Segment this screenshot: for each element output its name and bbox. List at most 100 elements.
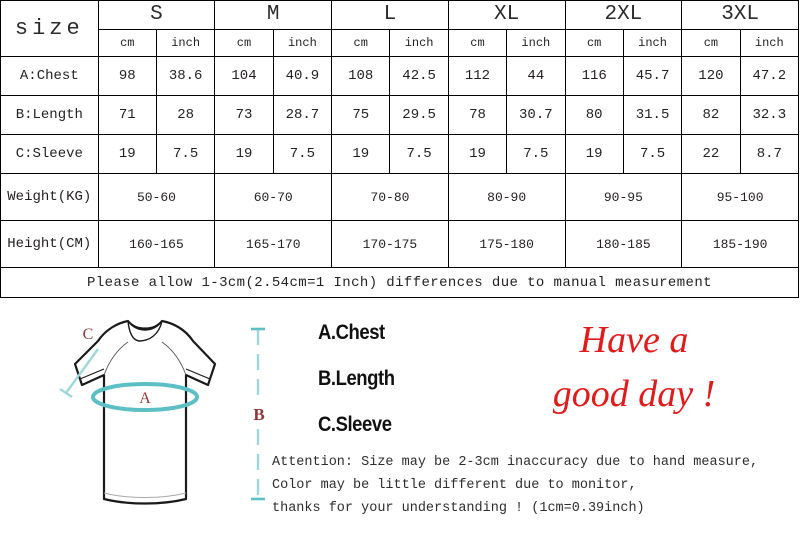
table-footer-note: Please allow 1-3cm(2.54cm=1 Inch) differ… <box>0 267 799 298</box>
legend-item-length: B.Length <box>318 367 395 390</box>
cell-chest-s-cm: 98 <box>97 56 157 97</box>
cell-sleeve-3xl-cm: 22 <box>681 134 741 175</box>
chest-marker-label: A <box>139 390 151 407</box>
cell-length-2xl-cm: 80 <box>564 95 624 136</box>
greeting-line-1: Have a <box>579 319 689 361</box>
cell-height-xl: 175-180 <box>447 220 566 269</box>
cell-chest-2xl-cm: 116 <box>564 56 624 97</box>
cell-height-s: 160-165 <box>97 220 216 269</box>
unit-header-cm-l: cm <box>331 28 391 58</box>
cell-length-3xl-cm: 82 <box>681 95 741 136</box>
size-header-s: S <box>97 0 216 30</box>
table-header-units: cm inch cm inch cm inch cm inch cm inch … <box>1 28 800 58</box>
size-header-m: M <box>214 0 333 30</box>
cell-sleeve-3xl-inch: 8.7 <box>739 134 800 175</box>
unit-header-inch-xl: inch <box>506 28 566 58</box>
cell-length-l-inch: 29.5 <box>389 95 449 136</box>
cell-weight-m: 60-70 <box>214 173 333 222</box>
row-label-length: B:Length <box>0 95 99 136</box>
cell-chest-xl-inch: 44 <box>506 56 566 97</box>
table-row: B:Length 71 28 73 28.7 75 29.5 78 30.7 8… <box>0 95 800 136</box>
size-corner-label: size <box>0 0 99 58</box>
tshirt-diagram: A C B <box>59 319 270 505</box>
greeting-line-2: good day ! <box>552 373 716 415</box>
row-label-chest: A:Chest <box>0 56 99 97</box>
cell-length-l-cm: 75 <box>331 95 391 136</box>
size-header-l: L <box>331 0 449 30</box>
table-header-sizes: size S M L XL 2XL 3XL <box>0 0 799 58</box>
table-row: C:Sleeve 19 7.5 19 7.5 19 7.5 19 7.5 19 … <box>0 134 800 175</box>
cell-length-2xl-inch: 31.5 <box>622 95 683 136</box>
row-label-sleeve: C:Sleeve <box>0 134 99 175</box>
unit-header-cm-s: cm <box>97 28 157 58</box>
cell-sleeve-xl-cm: 19 <box>447 134 508 175</box>
cell-chest-3xl-cm: 120 <box>681 56 741 97</box>
unit-header-inch-l: inch <box>389 28 449 58</box>
cell-chest-l-cm: 108 <box>331 56 391 97</box>
size-chart-table-container: size S M L XL 2XL 3XL cm inch cm inch cm… <box>0 0 800 299</box>
sleeve-measure-endcap <box>59 388 73 398</box>
cell-chest-m-inch: 40.9 <box>272 56 333 97</box>
cell-sleeve-l-cm: 19 <box>331 134 391 175</box>
size-chart-table: size S M L XL 2XL 3XL cm inch cm inch cm… <box>0 0 800 298</box>
cell-sleeve-s-inch: 7.5 <box>155 134 216 175</box>
table-row: Weight(KG) 50-60 60-70 70-80 80-90 90-95… <box>0 173 799 222</box>
cell-sleeve-2xl-cm: 19 <box>564 134 624 175</box>
row-label-weight: Weight(KG) <box>0 173 99 222</box>
unit-header-cm-3xl: cm <box>681 28 741 58</box>
tshirt-body-outline <box>73 319 217 505</box>
cell-length-m-cm: 73 <box>214 95 274 136</box>
table-row: A:Chest 98 38.6 104 40.9 108 42.5 112 44… <box>0 56 800 97</box>
cell-height-2xl: 180-185 <box>564 220 683 269</box>
unit-header-inch-3xl: inch <box>739 28 800 58</box>
cell-height-l: 170-175 <box>331 220 449 269</box>
legend-item-sleeve: C.Sleeve <box>318 413 392 436</box>
size-header-3xl: 3XL <box>681 0 799 30</box>
cell-sleeve-xl-inch: 7.5 <box>506 134 566 175</box>
attention-line-3: thanks for your understanding ! (1cm=0.3… <box>272 501 645 516</box>
cell-sleeve-s-cm: 19 <box>97 134 157 175</box>
cell-length-m-inch: 28.7 <box>272 95 333 136</box>
cell-chest-xl-cm: 112 <box>447 56 508 97</box>
length-marker-label: B <box>253 405 264 424</box>
cell-height-3xl: 185-190 <box>681 220 799 269</box>
greeting-message: Have a good day ! <box>484 313 784 421</box>
cell-chest-s-inch: 38.6 <box>155 56 216 97</box>
bottom-info-panel: A C B A.Chest B.Length C.Sleeve Have a g… <box>0 299 800 534</box>
row-label-height: Height(CM) <box>0 220 99 269</box>
cell-length-3xl-inch: 32.3 <box>739 95 800 136</box>
cell-weight-xl: 80-90 <box>447 173 566 222</box>
table-footer-note-row: Please allow 1-3cm(2.54cm=1 Inch) differ… <box>0 267 799 298</box>
cell-chest-2xl-inch: 45.7 <box>622 56 683 97</box>
cell-chest-m-cm: 104 <box>214 56 274 97</box>
sleeve-marker-label: C <box>83 326 94 343</box>
size-header-xl: XL <box>447 0 566 30</box>
cell-weight-l: 70-80 <box>331 173 449 222</box>
cell-length-xl-inch: 30.7 <box>506 95 566 136</box>
table-row: Height(CM) 160-165 165-170 170-175 175-1… <box>0 220 799 269</box>
cell-height-m: 165-170 <box>214 220 333 269</box>
cell-weight-s: 50-60 <box>97 173 216 222</box>
measurement-legend: A.Chest B.Length C.Sleeve <box>318 321 468 459</box>
cell-sleeve-m-inch: 7.5 <box>272 134 333 175</box>
legend-item-chest: A.Chest <box>318 321 385 344</box>
unit-header-cm-m: cm <box>214 28 274 58</box>
unit-header-inch-m: inch <box>272 28 333 58</box>
unit-header-inch-2xl: inch <box>622 28 683 58</box>
unit-header-inch-s: inch <box>155 28 216 58</box>
attention-line-1: Attention: Size may be 2-3cm inaccuracy … <box>272 455 759 470</box>
attention-line-2: Color may be little different due to mon… <box>272 478 637 493</box>
attention-notice: Attention: Size may be 2-3cm inaccuracy … <box>272 451 792 520</box>
cell-chest-3xl-inch: 47.2 <box>739 56 800 97</box>
size-header-2xl: 2XL <box>564 0 683 30</box>
cell-sleeve-2xl-inch: 7.5 <box>622 134 683 175</box>
cell-length-s-inch: 28 <box>155 95 216 136</box>
unit-header-cm-xl: cm <box>447 28 508 58</box>
cell-weight-3xl: 95-100 <box>681 173 799 222</box>
cell-sleeve-m-cm: 19 <box>214 134 274 175</box>
cell-length-xl-cm: 78 <box>447 95 508 136</box>
cell-chest-l-inch: 42.5 <box>389 56 449 97</box>
unit-header-cm-2xl: cm <box>564 28 624 58</box>
cell-weight-2xl: 90-95 <box>564 173 683 222</box>
cell-length-s-cm: 71 <box>97 95 157 136</box>
